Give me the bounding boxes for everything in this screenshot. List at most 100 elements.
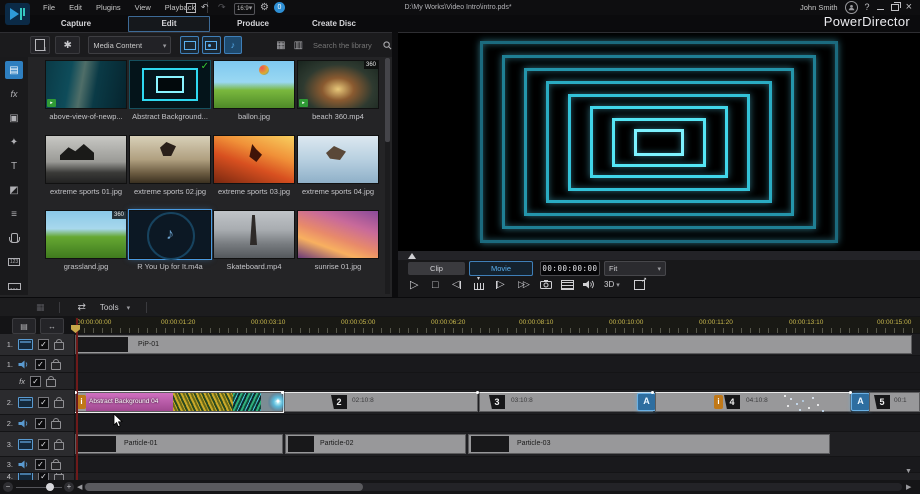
tab-capture[interactable]: Capture [46, 15, 106, 32]
lock-icon[interactable] [46, 379, 56, 387]
timeline-clip-5[interactable]: 5 00:1 [869, 392, 920, 412]
seek-ruler-button[interactable] [474, 277, 484, 292]
tab-create-disc[interactable]: Create Disc [296, 15, 372, 32]
track-enable-checkbox[interactable] [38, 473, 49, 480]
media-item[interactable]: above-view-of-newp... [44, 60, 128, 121]
zoom-out-button[interactable]: − [3, 482, 13, 492]
clip-mode-button[interactable]: Clip [408, 262, 465, 275]
preview-quality-button[interactable] [561, 277, 574, 292]
snapshot-button[interactable] [540, 277, 552, 292]
media-item[interactable]: ♪ R You Up for It.m4a [128, 210, 212, 271]
track-enable-checkbox[interactable] [35, 418, 46, 429]
info-badge-icon[interactable] [77, 395, 86, 409]
media-item[interactable]: extreme sports 01.jpg [44, 135, 128, 196]
media-item[interactable]: sunrise 01.jpg [296, 210, 380, 271]
timeline-clip-pip[interactable]: PiP-01 [75, 335, 912, 354]
media-item[interactable]: Skateboard.mp4 [212, 210, 296, 271]
tab-edit[interactable]: Edit [128, 16, 210, 32]
seek-playhead-icon[interactable] [408, 253, 416, 259]
timeline-clip-abstract-background[interactable]: Abstract Background 04 [75, 392, 283, 412]
media-item[interactable]: 360 beach 360.mp4 [296, 60, 380, 121]
library-content-dropdown[interactable]: Media Content [88, 36, 171, 54]
play-button[interactable] [410, 277, 418, 292]
track-lane-audio-2[interactable] [75, 415, 920, 431]
preview-seekbar[interactable] [398, 251, 920, 260]
track-enable-checkbox[interactable] [35, 359, 46, 370]
track-header-audio-2[interactable]: 2. [0, 415, 74, 431]
filter-video-button[interactable] [180, 36, 199, 54]
sidebar-item-effect-room[interactable]: fx [5, 85, 23, 103]
volume-button[interactable] [583, 277, 594, 292]
stop-button[interactable] [432, 277, 439, 292]
library-search[interactable] [311, 40, 392, 51]
chevron-down-icon[interactable] [127, 303, 131, 312]
fit-timeline-button[interactable] [40, 318, 64, 334]
user-name[interactable]: John Smith [800, 3, 838, 12]
track-lane-video-3[interactable]: Particle-01 Particle-02 Particle-03 [75, 432, 920, 456]
detail-view-icon[interactable] [294, 40, 303, 51]
timeline-clip-4[interactable]: 4 04:10:8 [655, 392, 851, 412]
track-enable-checkbox[interactable] [38, 339, 49, 350]
sidebar-item-title-room[interactable]: T [5, 157, 23, 175]
track-lane-video-2[interactable]: Abstract Background 04 2 02:10:8 3 03:10… [75, 390, 920, 414]
selection-handle[interactable] [651, 391, 654, 394]
menu-plugins[interactable]: Plugins [89, 0, 128, 15]
track-header-audio-3[interactable]: 3. [0, 457, 74, 472]
threed-button[interactable]: 3D [604, 277, 620, 292]
next-frame-button[interactable]: ▷ [496, 277, 505, 292]
zoom-fit-dropdown[interactable]: Fit [604, 261, 666, 276]
undock-preview-button[interactable] [634, 277, 645, 292]
media-item[interactable]: extreme sports 04.jpg [296, 135, 380, 196]
track-lane-video-1[interactable]: PiP-01 [75, 334, 920, 355]
lock-icon[interactable] [51, 421, 61, 429]
selection-handle[interactable] [476, 391, 479, 394]
scroll-left-icon[interactable]: ◀ [77, 483, 82, 491]
scroll-right-icon[interactable]: ▶ [906, 483, 911, 491]
transition-a-icon[interactable]: A [851, 393, 870, 411]
zoom-slider-handle[interactable] [46, 483, 54, 491]
sidebar-item-voiceover-room[interactable] [5, 229, 23, 247]
timeline-clip-3[interactable]: 3 03:10:8 [479, 392, 653, 412]
lock-icon[interactable] [51, 362, 61, 370]
menu-view[interactable]: View [128, 0, 158, 15]
preview-video-stage[interactable] [398, 33, 920, 251]
media-item[interactable]: extreme sports 02.jpg [128, 135, 212, 196]
notification-badge[interactable]: 0 [274, 2, 285, 13]
sidebar-item-audio-mixing-room[interactable] [5, 205, 23, 223]
help-icon[interactable] [865, 2, 870, 13]
sidebar-item-subtitle-room[interactable] [5, 277, 23, 295]
sidebar-item-media-room[interactable] [5, 61, 23, 79]
plugins-button[interactable] [55, 36, 80, 54]
user-avatar-icon[interactable] [845, 1, 858, 14]
restore-icon[interactable] [891, 4, 899, 11]
library-scrollbar[interactable] [385, 58, 390, 294]
track-lane-audio-1[interactable] [75, 356, 920, 372]
filter-audio-button[interactable] [224, 36, 243, 54]
aspect-ratio-dropdown[interactable]: 16:9 [234, 3, 255, 15]
sidebar-item-chapter-room[interactable] [5, 253, 23, 271]
media-item[interactable]: 360 grassland.jpg [44, 210, 128, 271]
track-header-audio-1[interactable]: 1. [0, 356, 74, 372]
track-header-video-2[interactable]: 2. [0, 390, 74, 414]
tab-produce[interactable]: Produce [218, 15, 288, 32]
search-input[interactable] [311, 40, 381, 51]
lock-icon[interactable] [54, 442, 64, 450]
track-enable-checkbox[interactable] [30, 376, 41, 387]
transition-a-icon[interactable]: A [637, 393, 656, 411]
track-lane-video-4[interactable] [75, 473, 920, 480]
playhead-line[interactable] [76, 318, 78, 480]
lock-icon[interactable] [51, 462, 61, 470]
track-lane-fx[interactable] [75, 373, 920, 389]
sidebar-item-particle-room[interactable] [5, 133, 23, 151]
preview-timecode[interactable]: 00:00:00:00 [540, 261, 600, 276]
timeline-hscrollbar-thumb[interactable] [85, 483, 363, 491]
timeline-clip-particle-02[interactable]: Particle-02 [285, 434, 466, 454]
timeline-clip-2[interactable]: 2 02:10:8 [284, 392, 478, 412]
media-item[interactable]: extreme sports 03.jpg [212, 135, 296, 196]
selection-handle[interactable] [281, 391, 284, 394]
timeline-clip-particle-01[interactable]: Particle-01 [75, 434, 283, 454]
info-badge-icon[interactable] [714, 395, 723, 409]
menu-file[interactable]: File [36, 0, 62, 15]
track-manager-button[interactable] [12, 318, 36, 334]
track-header-video-1[interactable]: 1. [0, 334, 74, 355]
